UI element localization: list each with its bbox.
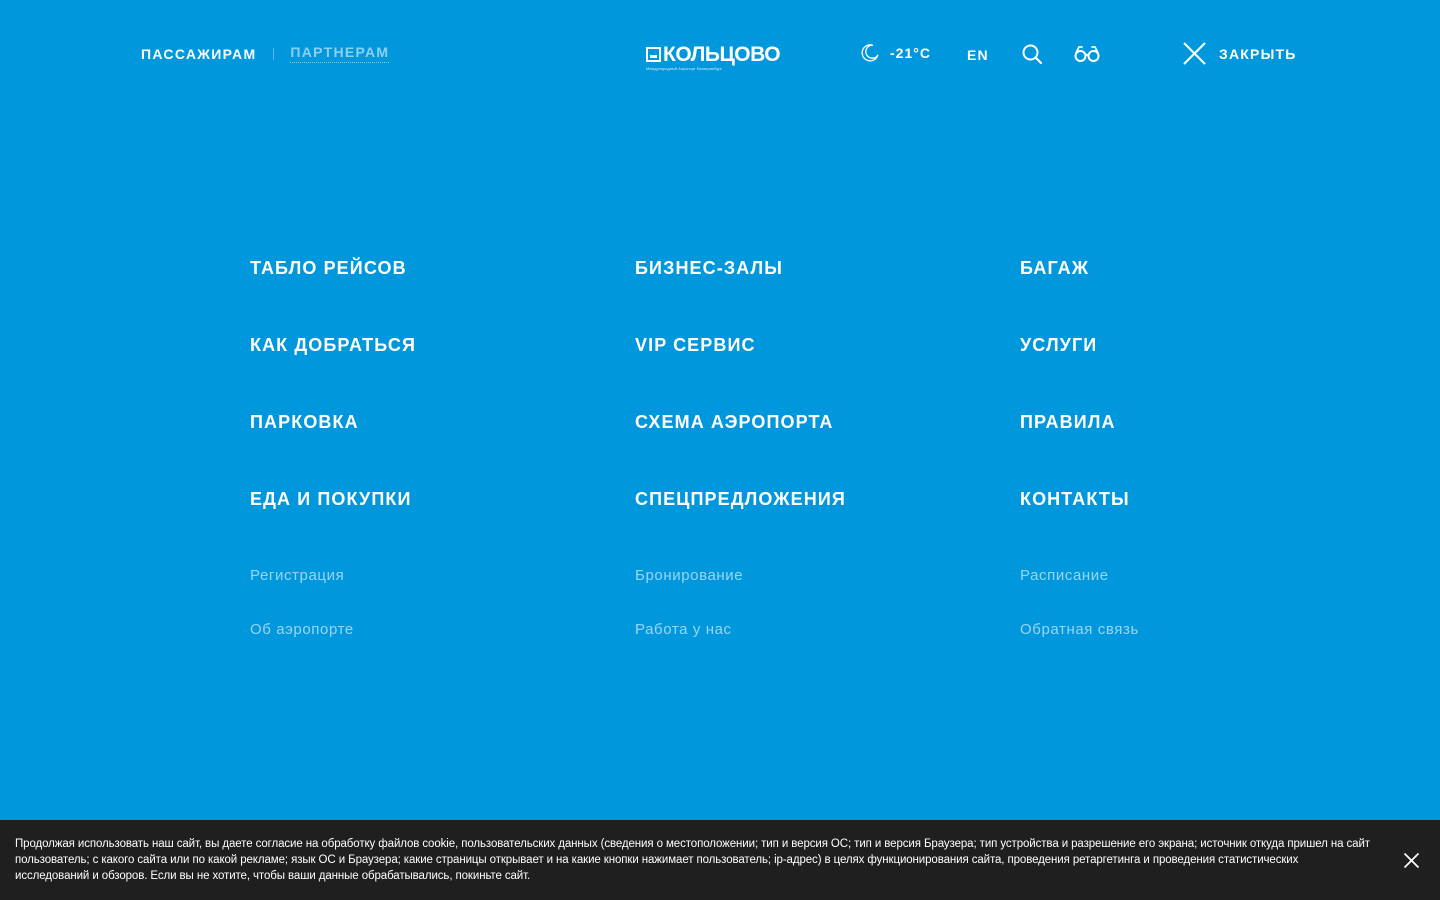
close-icon[interactable] xyxy=(1403,852,1420,869)
language-switch[interactable]: EN xyxy=(967,47,989,63)
menu-column-2: БИЗНЕС-ЗАЛЫ VIP СЕРВИС СХЕМА АЭРОПОРТА С… xyxy=(635,256,846,672)
menu-link-schedule[interactable]: Расписание xyxy=(1020,564,1139,618)
menu-item-food-shopping[interactable]: ЕДА И ПОКУПКИ xyxy=(250,487,416,564)
tab-passengers[interactable]: ПАССАЖИРАМ xyxy=(141,46,256,62)
logo-icon xyxy=(646,47,661,62)
tab-partners[interactable]: ПАРТНЕРАМ xyxy=(290,44,390,63)
temperature: -21°C xyxy=(890,45,931,61)
audience-switcher: ПАССАЖИРАМ ПАРТНЕРАМ xyxy=(141,44,390,63)
menu-column-3: БАГАЖ УСЛУГИ ПРАВИЛА КОНТАКТЫ Расписание… xyxy=(1020,256,1139,672)
weather-widget: -21°C xyxy=(860,43,931,63)
cookie-notice-text: Продолжая использовать наш сайт, вы дает… xyxy=(15,838,1370,882)
menu-link-careers[interactable]: Работа у нас xyxy=(635,618,846,672)
header: ПАССАЖИРАМ ПАРТНЕРАМ КОЛЬЦОВО Международ… xyxy=(0,0,1440,110)
moon-icon xyxy=(861,44,879,62)
menu-column-1: ТАБЛО РЕЙСОВ КАК ДОБРАТЬСЯ ПАРКОВКА ЕДА … xyxy=(250,256,416,672)
logo-subtitle: Международный Аэропорт Екатеринбург xyxy=(646,66,723,71)
menu-item-vip-service[interactable]: VIP СЕРВИС xyxy=(635,333,846,410)
logo[interactable]: КОЛЬЦОВО Международный Аэропорт Екатерин… xyxy=(646,43,781,71)
menu-item-rules[interactable]: ПРАВИЛА xyxy=(1020,410,1139,487)
menu-link-about-airport[interactable]: Об аэропорте xyxy=(250,618,416,672)
menu-item-airport-map[interactable]: СХЕМА АЭРОПОРТА xyxy=(635,410,846,487)
menu-item-flight-board[interactable]: ТАБЛО РЕЙСОВ xyxy=(250,256,416,333)
close-menu-button[interactable]: ЗАКРЫТЬ xyxy=(1182,41,1296,66)
menu-item-baggage[interactable]: БАГАЖ xyxy=(1020,256,1139,333)
close-label: ЗАКРЫТЬ xyxy=(1219,45,1297,62)
menu-item-services[interactable]: УСЛУГИ xyxy=(1020,333,1139,410)
cookie-banner: Продолжая использовать наш сайт, вы дает… xyxy=(0,820,1440,900)
menu-link-booking[interactable]: Бронирование xyxy=(635,564,846,618)
menu-item-business-lounges[interactable]: БИЗНЕС-ЗАЛЫ xyxy=(635,256,846,333)
menu-link-feedback[interactable]: Обратная связь xyxy=(1020,618,1139,672)
menu-item-parking[interactable]: ПАРКОВКА xyxy=(250,410,416,487)
menu-item-contacts[interactable]: КОНТАКТЫ xyxy=(1020,487,1139,564)
logo-text: КОЛЬЦОВО xyxy=(663,43,781,66)
close-icon xyxy=(1183,42,1206,65)
audience-divider xyxy=(273,47,275,60)
menu-item-special-offers[interactable]: СПЕЦПРЕДЛОЖЕНИЯ xyxy=(635,487,846,564)
menu-link-check-in[interactable]: Регистрация xyxy=(250,564,416,618)
glasses-icon[interactable] xyxy=(1074,44,1100,64)
search-icon[interactable] xyxy=(1022,44,1042,64)
menu-item-how-to-get[interactable]: КАК ДОБРАТЬСЯ xyxy=(250,333,416,410)
